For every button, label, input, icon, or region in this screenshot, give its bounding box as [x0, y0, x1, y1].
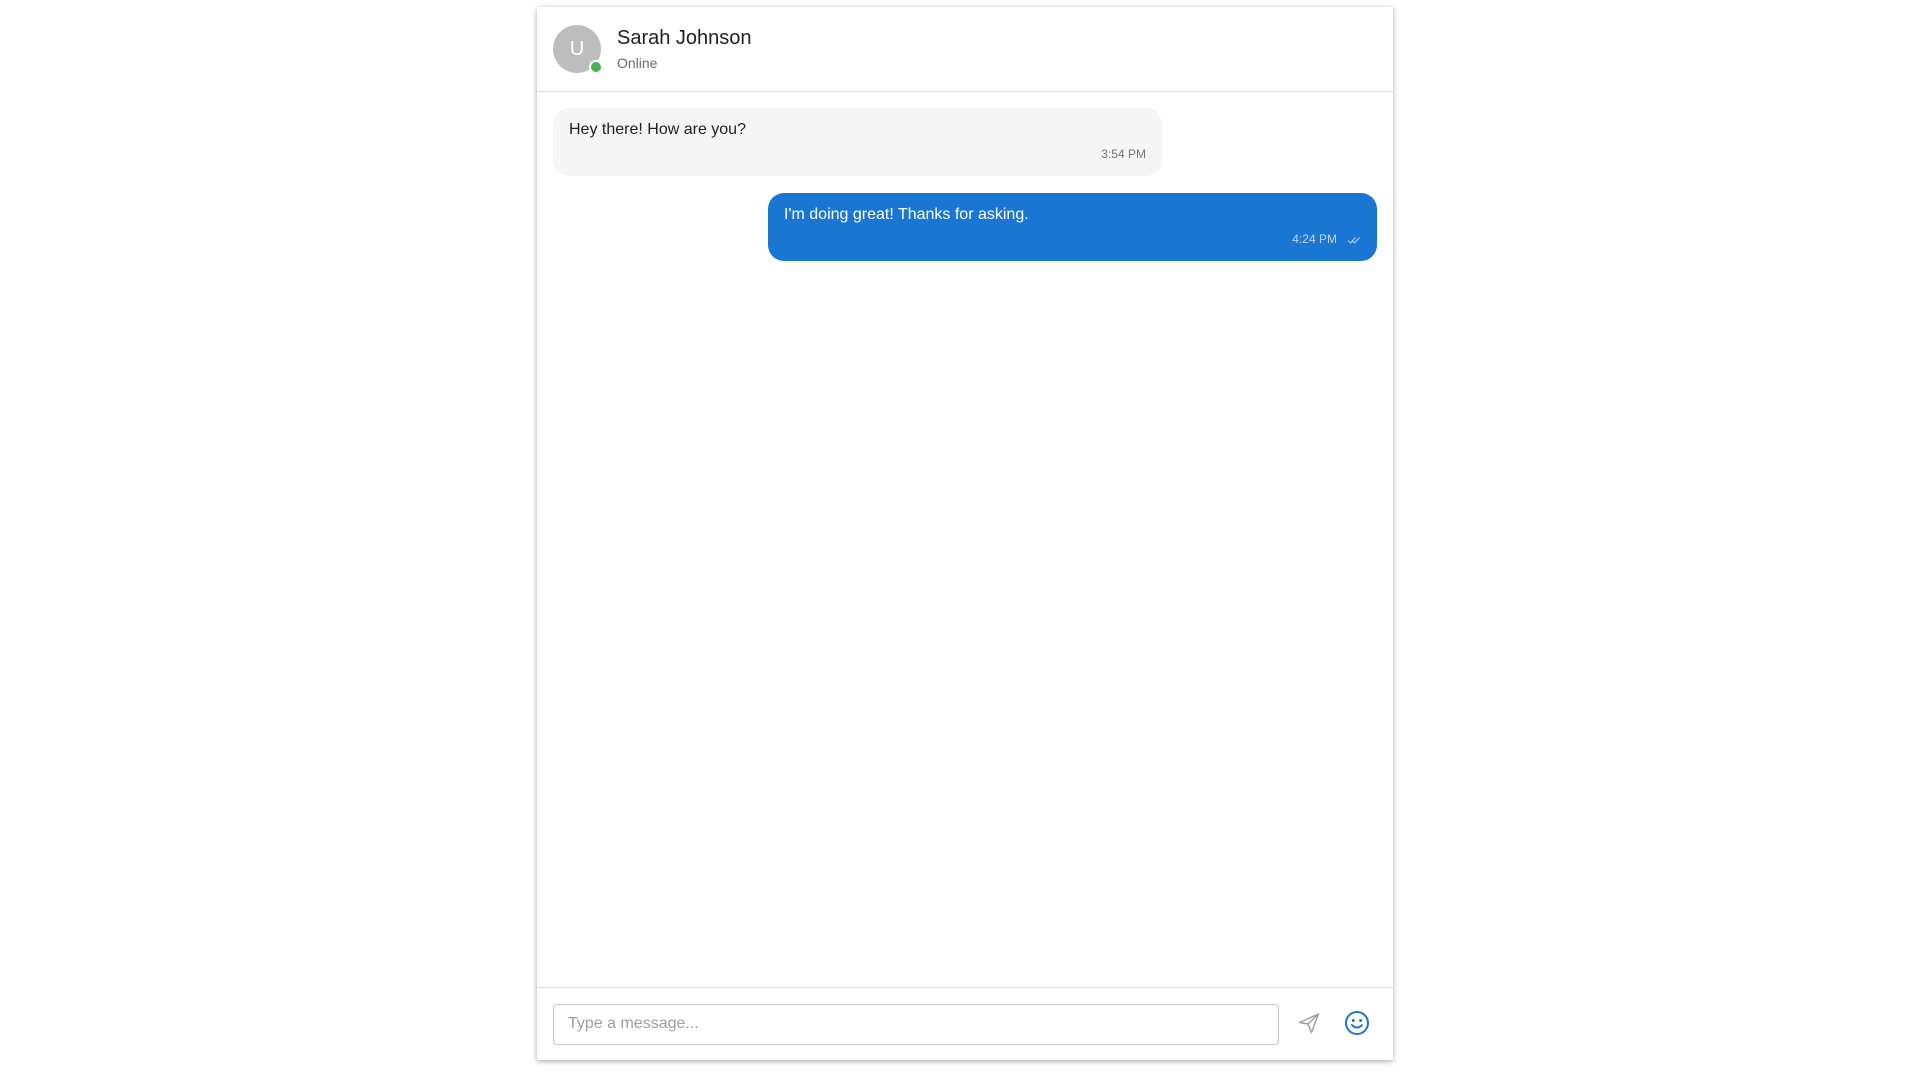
message-meta: 3:54 PM — [569, 147, 1146, 161]
message-time: 3:54 PM — [1101, 147, 1146, 161]
message-text: Hey there! How are you? — [569, 121, 746, 138]
contact-info: Sarah Johnson Online — [617, 25, 752, 73]
chat-header: U Sarah Johnson Online — [537, 7, 1393, 92]
avatar[interactable]: U — [553, 25, 603, 74]
avatar-initial: U — [569, 37, 585, 60]
chat-window: U Sarah Johnson Online Hey there! How ar… — [537, 7, 1393, 1060]
message-bubble-received: Hey there! How are you? 3:54 PM — [553, 108, 1162, 176]
message-list[interactable]: Hey there! How are you? 3:54 PM I'm doin… — [537, 92, 1393, 987]
contact-status: Online — [617, 55, 658, 71]
online-status-dot — [589, 60, 603, 74]
send-button[interactable] — [1289, 1004, 1329, 1044]
emoji-smile-icon — [1344, 1010, 1370, 1039]
message-text: I'm doing great! Thanks for asking. — [784, 206, 1029, 223]
message-time: 4:24 PM — [1292, 232, 1337, 246]
message-composer — [537, 987, 1393, 1060]
send-icon — [1297, 1011, 1321, 1038]
contact-name: Sarah Johnson — [617, 27, 752, 49]
emoji-button[interactable] — [1337, 1004, 1377, 1044]
message-meta: 4:24 PM — [784, 232, 1361, 246]
message-bubble-sent: I'm doing great! Thanks for asking. 4:24… — [768, 193, 1377, 261]
message-input[interactable] — [553, 1003, 1280, 1045]
double-check-icon — [1347, 234, 1361, 244]
